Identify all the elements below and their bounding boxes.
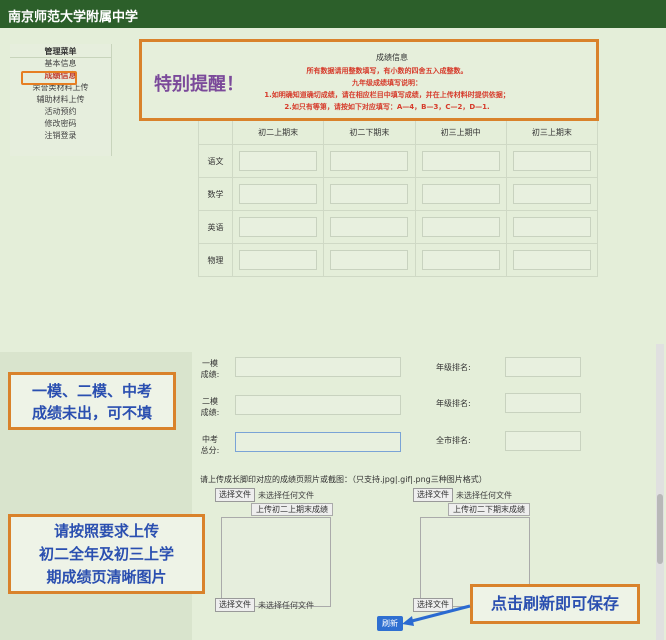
score-table: 初二上期末 初二下期末 初三上期中 初三上期末 语文 数学 英语 物理 bbox=[198, 120, 599, 277]
mock1-score-input[interactable] bbox=[235, 357, 401, 377]
mock2-score-input[interactable] bbox=[235, 395, 401, 415]
table-header-empty bbox=[198, 120, 233, 145]
score-input[interactable] bbox=[239, 184, 318, 204]
column-header: 初二下期末 bbox=[323, 120, 416, 145]
score-input[interactable] bbox=[239, 151, 318, 171]
page-title: 南京师范大学附属中学 bbox=[8, 10, 139, 25]
table-row: 英语 bbox=[198, 210, 599, 244]
score-input[interactable] bbox=[239, 217, 318, 237]
app-header: 南京师范大学附属中学 bbox=[0, 0, 666, 28]
mock1-rank-input[interactable] bbox=[505, 357, 581, 377]
city-rank-label: 全市排名: bbox=[436, 436, 471, 445]
table-row: 物理 bbox=[198, 243, 599, 277]
upload-note-callout: 请按照要求上传 初二全年及初三上学 期成绩页清晰图片 bbox=[8, 514, 205, 594]
score-input[interactable] bbox=[330, 151, 409, 171]
subject-label: 物理 bbox=[198, 243, 233, 277]
active-item-highlight bbox=[21, 71, 77, 85]
notice-line: 1.如明确知道确切成绩，请在相应栏目中填写成绩，并在上传材料时提供依据； bbox=[264, 91, 510, 99]
sidebar-item-logout[interactable]: 注销登录 bbox=[10, 130, 111, 142]
upload-instructions: 请上传成长脚印对应的成绩页照片或截图：（只支持.jpg|.gif|.png三种图… bbox=[200, 475, 487, 484]
scrollbar[interactable] bbox=[656, 344, 664, 640]
grade-rank-label: 年级排名: bbox=[436, 399, 471, 408]
table-row: 语文 bbox=[198, 144, 599, 178]
subject-label: 数学 bbox=[198, 177, 233, 211]
upload-preview-first bbox=[221, 517, 331, 607]
score-input[interactable] bbox=[330, 250, 409, 270]
arrow-icon bbox=[402, 604, 471, 626]
mock2-label: 二模 成绩: bbox=[200, 397, 220, 417]
mock2-rank-input[interactable] bbox=[505, 393, 581, 413]
column-header: 初三上期末 bbox=[505, 120, 599, 145]
notice-line: 2.如只有等第，请按如下对应填写：A—4，B—3，C—2，D—1. bbox=[284, 103, 490, 111]
choose-file-button[interactable]: 选择文件 bbox=[215, 488, 255, 502]
score-input[interactable] bbox=[512, 184, 591, 204]
sidebar-menu: 管理菜单 基本信息 成绩信息 荣誉类材料上传 辅助材料上传 活动预约 修改密码 … bbox=[10, 44, 112, 156]
notice-line: 九年级成绩填写说明： bbox=[352, 79, 422, 87]
score-input[interactable] bbox=[421, 151, 500, 171]
score-input[interactable] bbox=[421, 217, 500, 237]
zhongkao-score-input[interactable] bbox=[235, 432, 401, 452]
save-note-callout: 点击刷新即可保存 bbox=[470, 584, 640, 624]
table-row: 数学 bbox=[198, 177, 599, 211]
grade-rank-label: 年级排名: bbox=[436, 363, 471, 372]
scrollbar-thumb[interactable] bbox=[657, 494, 663, 564]
score-input[interactable] bbox=[512, 151, 591, 171]
score-panel: 初二上期末 初二下期末 初三上期中 初三上期末 语文 数学 英语 物理 bbox=[198, 120, 599, 278]
upload-first-term-button[interactable]: 上传初二上期末成绩 bbox=[251, 503, 333, 516]
score-input[interactable] bbox=[239, 250, 318, 270]
score-input[interactable] bbox=[421, 250, 500, 270]
score-input[interactable] bbox=[421, 184, 500, 204]
subject-label: 英语 bbox=[198, 210, 233, 244]
sidebar-item-basic-info[interactable]: 基本信息 bbox=[10, 58, 111, 70]
score-input[interactable] bbox=[512, 217, 591, 237]
zhongkao-label: 中考 总分: bbox=[200, 435, 220, 455]
notice-box: 特别提醒！ 成绩信息 所有数据请用整数填写，有小数的四舍五入成整数。 九年级成绩… bbox=[139, 39, 599, 121]
notice-heading: 成绩信息 bbox=[376, 53, 408, 62]
column-header: 初三上期中 bbox=[414, 120, 507, 145]
sidebar-item-activity-booking[interactable]: 活动预约 bbox=[10, 106, 111, 118]
file-status: 未选择任何文件 bbox=[258, 601, 314, 610]
notice-line: 所有数据请用整数填写，有小数的四舍五入成整数。 bbox=[306, 67, 468, 75]
sidebar-item-change-password[interactable]: 修改密码 bbox=[10, 118, 111, 130]
city-rank-input[interactable] bbox=[505, 431, 581, 451]
column-header: 初二上期末 bbox=[231, 120, 325, 145]
choose-file-button[interactable]: 选择文件 bbox=[413, 488, 453, 502]
mock1-label: 一模 成绩: bbox=[200, 359, 220, 379]
subject-label: 语文 bbox=[198, 144, 233, 178]
sidebar-item-aux-upload[interactable]: 辅助材料上传 bbox=[10, 94, 111, 106]
sidebar-title: 管理菜单 bbox=[10, 44, 111, 58]
score-input[interactable] bbox=[512, 250, 591, 270]
file-status: 未选择任何文件 bbox=[258, 491, 314, 500]
score-input[interactable] bbox=[330, 217, 409, 237]
upload-second-term-button[interactable]: 上传初二下期末成绩 bbox=[448, 503, 530, 516]
mock-note-callout: 一模、二模、中考 成绩未出，可不填 bbox=[8, 372, 176, 430]
file-status: 未选择任何文件 bbox=[456, 491, 512, 500]
choose-file-button[interactable]: 选择文件 bbox=[215, 598, 255, 612]
score-input[interactable] bbox=[330, 184, 409, 204]
